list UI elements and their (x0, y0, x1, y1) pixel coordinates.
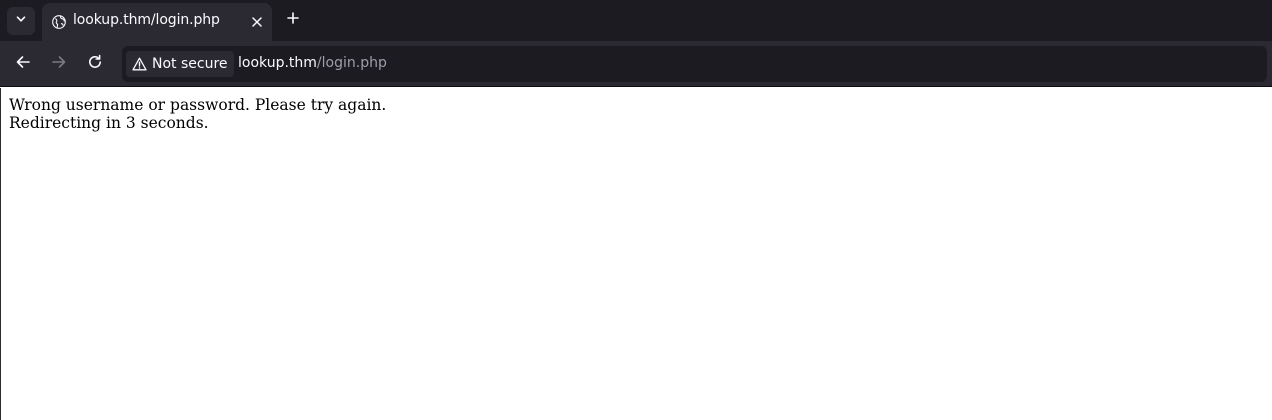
url-bar[interactable]: Not secure lookup.thm/login.php (122, 46, 1267, 82)
tab-title: lookup.thm/login.php (73, 12, 220, 28)
plus-icon (287, 11, 299, 29)
url-path: /login.php (316, 55, 387, 71)
error-message: Wrong username or password. Please try a… (9, 96, 386, 132)
redirect-text: Redirecting in 3 seconds. (9, 114, 209, 132)
navigation-toolbar: Not secure lookup.thm/login.php (0, 41, 1272, 87)
back-button[interactable] (11, 52, 35, 76)
error-text: Wrong username or password. Please try a… (9, 96, 387, 114)
reload-button[interactable] (83, 52, 107, 76)
tab-active[interactable]: lookup.thm/login.php (42, 3, 272, 41)
tab-list-button[interactable] (7, 7, 35, 35)
globe-icon (51, 14, 67, 30)
forward-button[interactable] (47, 52, 71, 76)
security-label: Not secure (152, 56, 228, 72)
warning-icon (131, 56, 147, 72)
arrow-left-icon (15, 54, 31, 75)
page-content: Wrong username or password. Please try a… (0, 88, 1272, 420)
new-tab-button[interactable] (282, 9, 304, 31)
url-host: lookup.thm (238, 55, 317, 71)
close-icon[interactable] (247, 12, 267, 32)
reload-icon (87, 54, 103, 75)
url-text[interactable]: lookup.thm/login.php (238, 55, 387, 71)
tab-strip: lookup.thm/login.php (0, 0, 1272, 41)
chevron-down-icon (15, 12, 27, 30)
site-identity-button[interactable]: Not secure (126, 51, 234, 77)
arrow-right-icon (51, 54, 67, 75)
